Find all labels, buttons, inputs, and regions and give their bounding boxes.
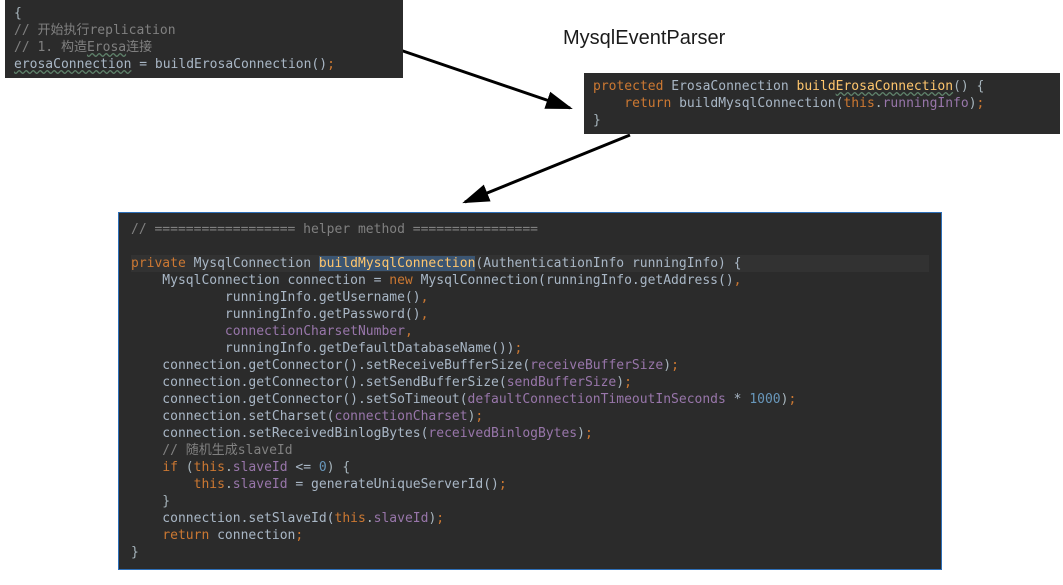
kw-this: this — [194, 460, 225, 475]
semi: ; — [475, 409, 483, 424]
semi: ; — [585, 426, 593, 441]
comma: , — [421, 307, 429, 322]
dot: . — [366, 511, 374, 526]
kw-this: this — [194, 477, 225, 492]
le: <= — [288, 460, 319, 475]
call-build-mysql-connection: buildMysqlConnection — [679, 96, 836, 111]
kw-this: this — [843, 96, 874, 111]
comment-erosa-c: 连接 — [126, 40, 152, 55]
ret-connection: connection — [209, 528, 295, 543]
semi: ; — [515, 341, 523, 356]
dot: . — [875, 96, 883, 111]
field-send-buffer-size: sendBufferSize — [507, 375, 617, 390]
indent — [131, 477, 194, 492]
comment-helper: // ================== helper method ====… — [131, 222, 538, 237]
type-erosa-connection: ErosaConnection — [663, 79, 796, 94]
fn-erosa-connection: ErosaConnection — [836, 79, 953, 94]
comma: , — [405, 324, 413, 339]
set-receive-buffer: connection.getConnector().setReceiveBuff… — [131, 358, 530, 373]
field-connection-charset-number: connectionCharsetNumber — [225, 324, 405, 339]
set-so-timeout: connection.getConnector().setSoTimeout( — [131, 392, 468, 407]
semi: ; — [436, 511, 444, 526]
kw-protected: protected — [593, 79, 663, 94]
fn-build-mysql-connection: buildMysqlConnection — [319, 256, 476, 271]
new-connection-a: MysqlConnection connection = — [131, 273, 389, 288]
semi: ; — [295, 528, 303, 543]
close-paren: ) — [616, 375, 624, 390]
close-paren: ) — [663, 358, 671, 373]
comment-erosa-a: // 1. 构造 — [14, 40, 87, 55]
indent — [131, 324, 225, 339]
comment-slave-id: // 随机生成slaveId — [131, 443, 293, 458]
num-1000: 1000 — [749, 392, 780, 407]
code-box-2: protected ErosaConnection buildErosaConn… — [584, 73, 1060, 134]
arrow-1 — [395, 45, 585, 125]
comment-replication: // 开始执行replication — [14, 23, 176, 38]
num-0: 0 — [319, 460, 327, 475]
semi: ; — [624, 375, 632, 390]
kw-return: return — [593, 96, 679, 111]
comma: , — [421, 290, 429, 305]
kw-this: this — [335, 511, 366, 526]
field-slave-id: slaveId — [233, 460, 288, 475]
field-receive-buffer-size: receiveBufferSize — [530, 358, 663, 373]
field-slave-id: slaveId — [233, 477, 288, 492]
kw-private: private — [131, 256, 186, 271]
brace-open: { — [14, 6, 22, 21]
semi: ; — [977, 96, 985, 111]
kw-new: new — [389, 273, 412, 288]
brace-close: } — [593, 113, 601, 128]
brace-close: } — [131, 545, 139, 560]
code-box-1: { // 开始执行replication // 1. 构造Erosa连接 ero… — [5, 0, 403, 78]
semi: ; — [499, 477, 507, 492]
field-default-timeout: defaultConnectionTimeoutInSeconds — [468, 392, 726, 407]
kw-return: return — [162, 528, 209, 543]
arrow-2 — [450, 130, 650, 220]
field-connection-charset: connectionCharset — [335, 409, 468, 424]
open-paren: ( — [178, 460, 194, 475]
brace-close-inner: } — [131, 494, 170, 509]
semi: ; — [671, 358, 679, 373]
fn-build: build — [797, 79, 836, 94]
arg-username: runningInfo.getUsername() — [131, 290, 421, 305]
set-charset: connection.setCharset( — [131, 409, 335, 424]
code-box-3: // ================== helper method ====… — [118, 212, 942, 570]
field-slave-id: slaveId — [374, 511, 429, 526]
mult: * — [726, 392, 749, 407]
set-send-buffer: connection.getConnector().setSendBufferS… — [131, 375, 507, 390]
semi: ; — [327, 57, 335, 72]
field-running-info: runningInfo — [883, 96, 969, 111]
field-received-binlog-bytes: receivedBinlogBytes — [428, 426, 577, 441]
assign-build-erosa: = buildErosaConnection() — [131, 57, 327, 72]
new-connection-b: MysqlConnection(runningInfo.getAddress() — [413, 273, 734, 288]
dot: . — [225, 460, 233, 475]
comma: , — [734, 273, 742, 288]
parser-title: MysqlEventParser — [563, 27, 725, 50]
var-erosa-connection: erosaConnection — [14, 57, 131, 72]
arg-password: runningInfo.getPassword() — [131, 307, 421, 322]
paren-brace: () { — [953, 79, 984, 94]
set-slave-id: connection.setSlaveId( — [131, 511, 335, 526]
indent — [131, 528, 162, 543]
close-paren: ) — [577, 426, 585, 441]
arg-default-db: runningInfo.getDefaultDatabaseName()) — [131, 341, 515, 356]
paren-brace: ) { — [327, 460, 350, 475]
kw-if: if — [162, 460, 178, 475]
assign-generate: = generateUniqueServerId() — [288, 477, 499, 492]
params-auth-info: (AuthenticationInfo runningInfo) { — [475, 256, 741, 271]
type-mysql-connection: MysqlConnection — [186, 256, 319, 271]
set-received-binlog: connection.setReceivedBinlogBytes( — [131, 426, 428, 441]
indent — [131, 460, 162, 475]
semi: ; — [788, 392, 796, 407]
dot: . — [225, 477, 233, 492]
comment-erosa-b: Erosa — [87, 40, 126, 55]
diagram-stage: MysqlEventParser { // 开始执行replication //… — [0, 0, 1063, 585]
close-paren: ) — [969, 96, 977, 111]
